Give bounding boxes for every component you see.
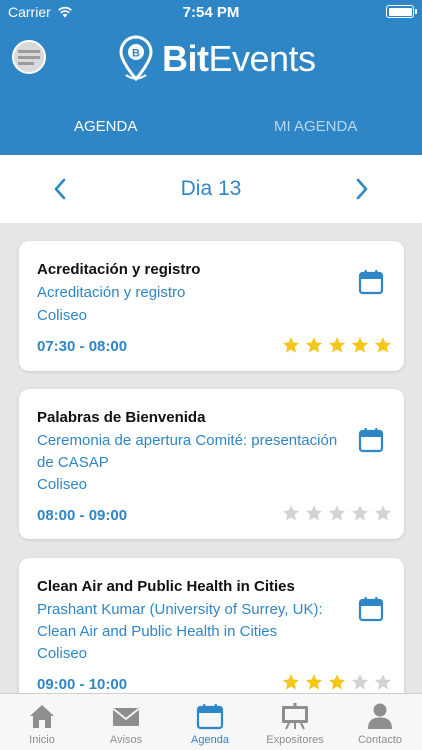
event-card[interactable]: Acreditación y registro Acreditación y r…: [19, 241, 404, 371]
tabbar-item-exhibitors[interactable]: Expositores: [253, 694, 337, 750]
home-icon: [30, 705, 54, 728]
event-subtitle: Acreditación y registro Coliseo: [37, 282, 357, 326]
star-icon[interactable]: [374, 336, 392, 354]
event-list: Acreditación y registro Acreditación y r…: [0, 223, 422, 693]
event-location: Coliseo: [37, 645, 88, 662]
agenda-tabs: AGENDA MI AGENDA: [0, 100, 422, 155]
star-icon[interactable]: [305, 504, 323, 522]
tabbar-item-notices[interactable]: Avisos: [84, 694, 168, 750]
user-avatar[interactable]: [12, 40, 46, 74]
envelope-icon: [112, 708, 140, 726]
star-icon[interactable]: [282, 336, 300, 354]
event-time: 08:00 - 09:00: [37, 507, 128, 524]
star-icon[interactable]: [305, 336, 323, 354]
day-navigator: Dia 13: [0, 155, 422, 223]
star-icon[interactable]: [305, 673, 323, 691]
star-icon[interactable]: [351, 336, 369, 354]
logo-text: BitEvents: [162, 41, 316, 77]
calendar-add-icon[interactable]: [358, 596, 384, 622]
event-rating[interactable]: [282, 504, 392, 522]
event-title: Palabras de Bienvenida: [37, 409, 206, 426]
star-icon[interactable]: [351, 504, 369, 522]
tabbar-label: Expositores: [266, 734, 324, 746]
event-title: Acreditación y registro: [37, 261, 201, 278]
star-icon[interactable]: [282, 504, 300, 522]
event-subtitle: Ceremonia de apertura Comité: presentaci…: [37, 430, 357, 496]
bottom-tab-bar: Inicio Avisos Agenda Expositores Contact…: [0, 693, 422, 750]
calendar-add-icon[interactable]: [358, 427, 384, 453]
event-card[interactable]: Palabras de Bienvenida Ceremonia de aper…: [19, 389, 404, 539]
battery-icon: [386, 5, 417, 18]
presentation-board-icon: [282, 703, 308, 730]
logo-prefix: Bit: [162, 38, 209, 79]
tabbar-label: Avisos: [109, 734, 143, 746]
event-time: 09:00 - 10:00: [37, 676, 128, 693]
event-description: Prashant Kumar (University of Surrey, UK…: [37, 601, 323, 640]
star-icon[interactable]: [351, 673, 369, 691]
event-description: Acreditación y registro: [37, 284, 186, 301]
star-icon[interactable]: [374, 504, 392, 522]
calendar-add-icon[interactable]: [358, 269, 384, 295]
person-icon: [368, 703, 392, 729]
logo-suffix: Events: [208, 38, 317, 79]
tabbar-label: Contacto: [357, 734, 403, 746]
tabbar-item-contact[interactable]: Contacto: [338, 694, 422, 750]
tabbar-item-home[interactable]: Inicio: [0, 694, 84, 750]
star-icon[interactable]: [328, 336, 346, 354]
tabbar-label: Agenda: [191, 734, 229, 746]
location-pin-icon: B: [119, 35, 153, 82]
status-time: 7:54 PM: [182, 4, 240, 21]
event-time: 07:30 - 08:00: [37, 338, 128, 355]
app-header: Carrier 7:54 PM B BitEvents AGENDA MI AG…: [0, 0, 422, 155]
event-description: Ceremonia de apertura Comité: presentaci…: [37, 432, 338, 471]
calendar-icon: [196, 704, 224, 730]
tabbar-label: Inicio: [29, 734, 55, 746]
event-card[interactable]: Clean Air and Public Health in Cities Pr…: [19, 558, 404, 693]
star-icon[interactable]: [374, 673, 392, 691]
app-logo: B BitEvents: [116, 34, 316, 84]
event-location: Coliseo: [37, 476, 88, 493]
chevron-right-icon[interactable]: [354, 177, 370, 201]
tab-my-agenda[interactable]: MI AGENDA: [274, 118, 357, 135]
event-title: Clean Air and Public Health in Cities: [37, 578, 295, 595]
star-icon[interactable]: [282, 673, 300, 691]
event-rating[interactable]: [282, 673, 392, 691]
tabbar-item-agenda[interactable]: Agenda: [168, 694, 252, 750]
svg-text:B: B: [132, 48, 140, 60]
tab-agenda[interactable]: AGENDA: [74, 118, 137, 135]
event-subtitle: Prashant Kumar (University of Surrey, UK…: [37, 599, 357, 665]
status-bar: Carrier 7:54 PM: [0, 0, 422, 24]
event-rating[interactable]: [282, 336, 392, 354]
star-icon[interactable]: [328, 504, 346, 522]
event-location: Coliseo: [37, 306, 88, 324]
star-icon[interactable]: [328, 673, 346, 691]
